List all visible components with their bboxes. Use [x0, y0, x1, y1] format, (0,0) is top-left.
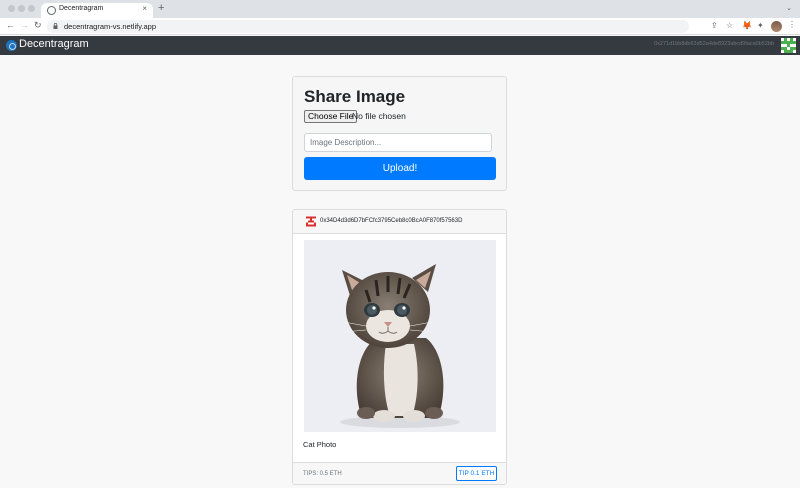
browser-tab[interactable]: Decentragram × [41, 3, 153, 18]
browser-menu-icon[interactable]: ⋮ [788, 20, 796, 29]
image-description-input[interactable] [304, 133, 492, 152]
back-button[interactable]: ← [6, 20, 15, 30]
address-bar[interactable]: decentragram-vs.netlify.app [47, 20, 689, 33]
browser-toolbar: ← → ↻ decentragram-vs.netlify.app ⇪ ☆ 🦊 … [0, 18, 800, 35]
window-maximize-dot[interactable] [28, 5, 35, 12]
tab-title: Decentragram [59, 5, 104, 12]
app-navbar: Decentragram 0x271d1bb8db63d52a4de8923ab… [0, 36, 800, 55]
window-close-dot[interactable] [8, 5, 15, 12]
url-text: decentragram-vs.netlify.app [64, 22, 156, 31]
window-minimize-dot[interactable] [18, 5, 25, 12]
tab-search-icon[interactable]: ⌄ [786, 4, 792, 12]
page: Decentragram × + ⌄ ← → ↻ decentragram-vs… [0, 0, 800, 488]
author-identicon-icon [306, 216, 316, 227]
file-status-text: No file chosen [352, 111, 406, 121]
new-tab-button[interactable]: + [158, 2, 164, 14]
share-icon[interactable]: ⇪ [711, 21, 718, 30]
upload-button[interactable]: Upload! [304, 157, 496, 180]
globe-icon [47, 6, 56, 15]
tips-amount: TIPS: 0.5 ETH [303, 471, 342, 477]
reload-button[interactable]: ↻ [34, 20, 42, 31]
account-address: 0x271d1bb8db63d52a4de8923abcd9faca0b52bb [654, 41, 774, 47]
brand-logo-icon[interactable] [6, 40, 17, 51]
choose-file-button[interactable]: Choose File [304, 110, 358, 123]
tip-button[interactable]: TIP 0.1 ETH [456, 466, 497, 481]
share-image-form: Share Image Choose File No file chosen U… [292, 76, 507, 191]
post-header: 0x34D4d3d6D7bFCfc3795Ceb8c0BcA0F870f5756… [293, 210, 506, 234]
post-description: Cat Photo [303, 440, 337, 449]
extensions-icon[interactable]: ✦ [757, 21, 764, 30]
metamask-icon[interactable]: 🦊 [742, 21, 752, 30]
forward-button[interactable]: → [20, 20, 29, 30]
bookmark-star-icon[interactable]: ☆ [726, 21, 733, 30]
browser-tab-strip: Decentragram × + ⌄ [0, 0, 800, 18]
tab-close-icon[interactable]: × [142, 4, 147, 13]
image-post-card: 0x34D4d3d6D7bFCfc3795Ceb8c0BcA0F870f5756… [292, 209, 507, 485]
kitten-photo [304, 240, 496, 432]
post-footer: TIPS: 0.5 ETH TIP 0.1 ETH [293, 462, 506, 484]
form-title: Share Image [304, 87, 406, 106]
brand-name[interactable]: Decentragram [19, 38, 89, 50]
lock-icon [53, 23, 58, 29]
post-author-address: 0x34D4d3d6D7bFCfc3795Ceb8c0BcA0F870f5756… [320, 218, 463, 224]
account-identicon-icon [781, 38, 796, 53]
profile-avatar[interactable] [771, 21, 782, 32]
